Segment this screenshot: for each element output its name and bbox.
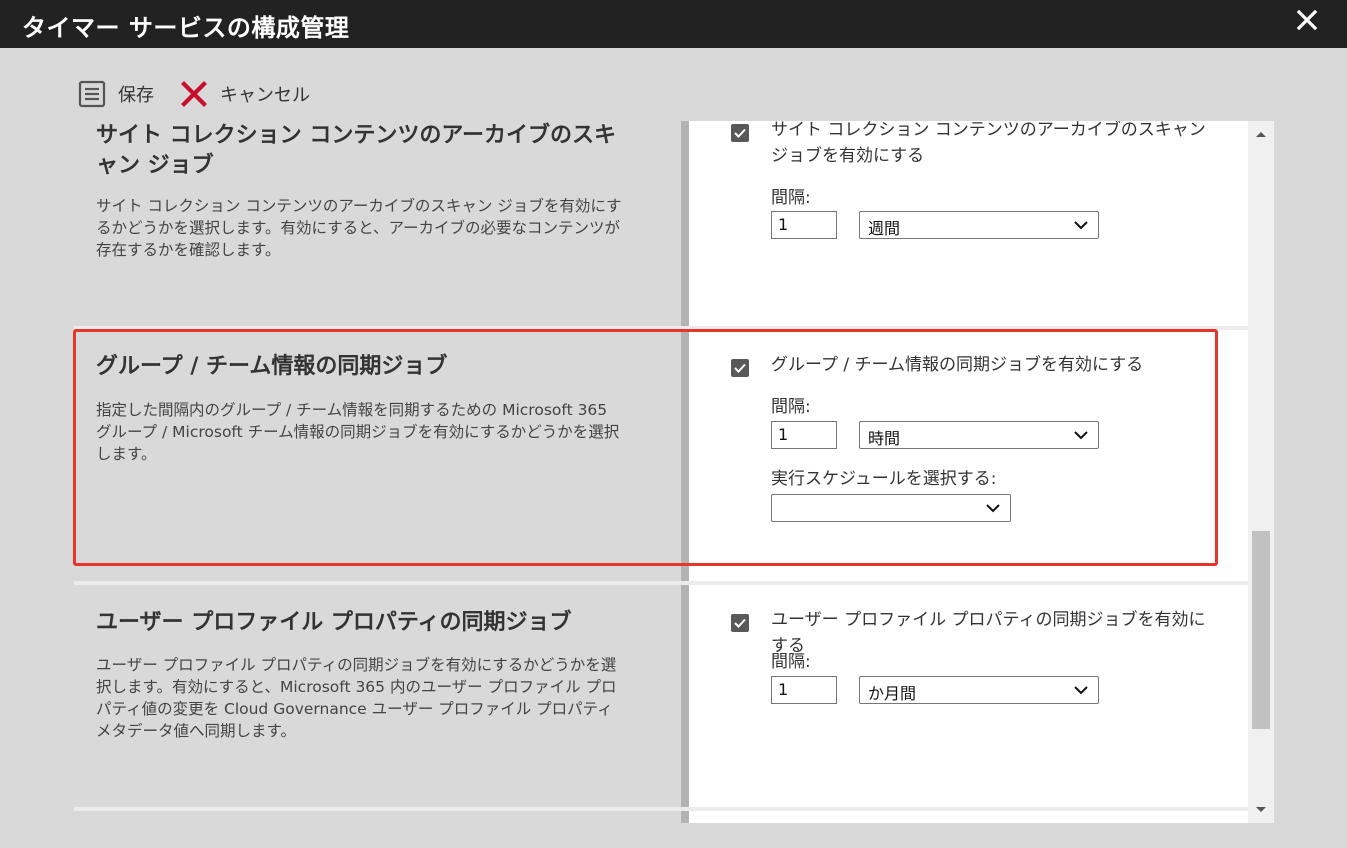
interval-label: 間隔: xyxy=(771,188,811,208)
interval-unit-value: 週間 xyxy=(868,219,901,238)
interval-label: 間隔: xyxy=(771,397,811,417)
scrollbar-thumb[interactable] xyxy=(1252,531,1270,729)
enable-checkbox[interactable] xyxy=(731,124,749,142)
check-icon xyxy=(734,618,746,628)
interval-input[interactable]: 1 xyxy=(771,676,837,704)
chevron-down-icon xyxy=(1074,221,1088,230)
section-group-team-sync: グループ / チーム情報の同期ジョブ 指定した間隔内のグループ / チーム情報を… xyxy=(74,330,1248,581)
interval-input[interactable]: 1 xyxy=(771,211,837,239)
chevron-down-icon xyxy=(1074,686,1088,695)
schedule-select[interactable] xyxy=(771,494,1011,522)
close-icon xyxy=(1296,9,1318,31)
enable-checkbox-label: グループ / チーム情報の同期ジョブを有効にする xyxy=(771,355,1144,375)
section-title: ユーザー プロファイル プロパティの同期ジョブ xyxy=(96,610,572,635)
cancel-icon xyxy=(178,78,210,110)
section-next xyxy=(74,811,1248,823)
interval-unit-value: 時間 xyxy=(868,429,901,448)
cancel-label: キャンセル xyxy=(220,85,310,106)
cancel-button[interactable]: キャンセル xyxy=(178,78,310,110)
section-description: ユーザー プロファイル プロパティの同期ジョブを有効にするかどうかを選択します。… xyxy=(96,656,617,740)
interval-label: 間隔: xyxy=(771,652,811,672)
interval-unit-value: か月間 xyxy=(868,684,917,703)
interval-input[interactable]: 1 xyxy=(771,421,837,449)
enable-checkbox[interactable] xyxy=(731,359,749,377)
section-description: 指定した間隔内のグループ / チーム情報を同期するための Microsoft 3… xyxy=(96,401,620,463)
interval-unit-select[interactable]: 時間 xyxy=(859,421,1099,449)
settings-panel: サイト コレクション コンテンツのアーカイブのスキャン ジョブ サイト コレクシ… xyxy=(74,121,1274,823)
enable-checkbox[interactable] xyxy=(731,614,749,632)
chevron-down-icon xyxy=(986,504,1000,513)
check-icon xyxy=(734,363,746,373)
section-archive-scan: サイト コレクション コンテンツのアーカイブのスキャン ジョブ サイト コレクシ… xyxy=(74,121,1248,326)
scroll-up-icon[interactable] xyxy=(1254,129,1268,139)
section-description: サイト コレクション コンテンツのアーカイブのスキャン ジョブを有効にするかどう… xyxy=(96,197,622,259)
save-button[interactable]: 保存 xyxy=(76,78,154,110)
title-bar: タイマー サービスの構成管理 xyxy=(0,0,1347,48)
enable-checkbox-label: サイト コレクション コンテンツのアーカイブのスキャン ジョブを有効にする xyxy=(771,121,1206,166)
chevron-down-icon xyxy=(1074,431,1088,440)
interval-unit-select[interactable]: 週間 xyxy=(859,211,1099,239)
close-button[interactable] xyxy=(1293,6,1321,34)
vertical-scrollbar[interactable] xyxy=(1248,121,1274,823)
toolbar: 保存 キャンセル xyxy=(76,76,334,112)
enable-checkbox-label: ユーザー プロファイル プロパティの同期ジョブを有効にする xyxy=(771,610,1206,656)
check-icon xyxy=(734,128,746,138)
section-title: サイト コレクション コンテンツのアーカイブのスキャン ジョブ xyxy=(96,123,617,178)
section-user-profile-sync: ユーザー プロファイル プロパティの同期ジョブ ユーザー プロファイル プロパテ… xyxy=(74,585,1248,807)
window-title: タイマー サービスの構成管理 xyxy=(22,14,350,42)
save-label: 保存 xyxy=(118,85,154,106)
schedule-label: 実行スケジュールを選択する: xyxy=(771,469,997,489)
section-title: グループ / チーム情報の同期ジョブ xyxy=(96,354,448,379)
scroll-down-icon[interactable] xyxy=(1254,805,1268,815)
save-icon xyxy=(76,78,108,110)
interval-unit-select[interactable]: か月間 xyxy=(859,676,1099,704)
